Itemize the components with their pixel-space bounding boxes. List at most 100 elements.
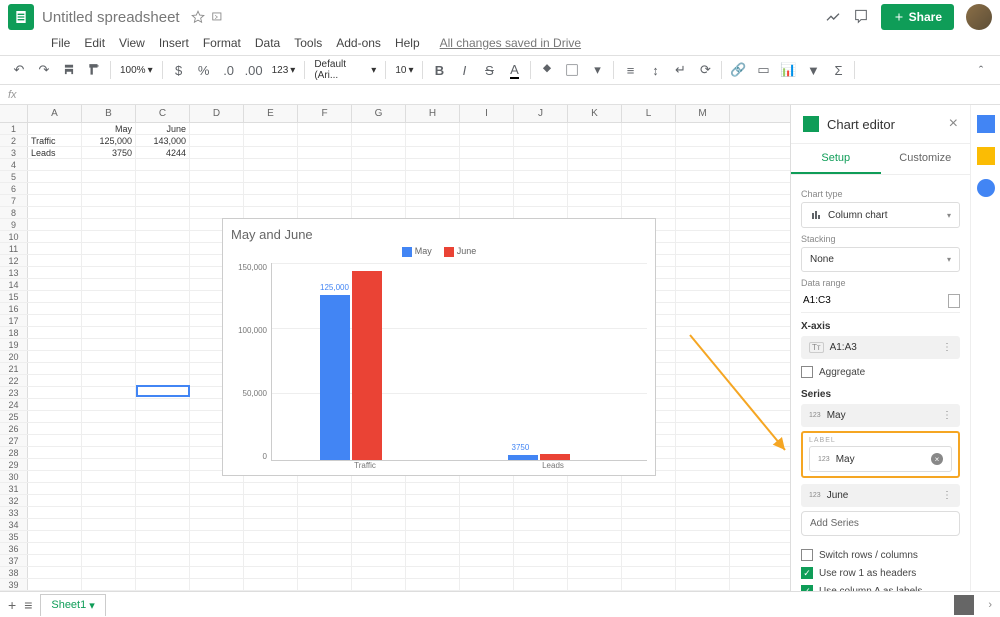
cell[interactable]: [514, 159, 568, 170]
cell[interactable]: [460, 567, 514, 578]
cell[interactable]: [244, 555, 298, 566]
cell[interactable]: [298, 543, 352, 554]
row-header[interactable]: 34: [0, 519, 28, 530]
currency-icon[interactable]: $: [168, 59, 190, 81]
cell[interactable]: [28, 375, 82, 386]
cell[interactable]: [136, 315, 190, 326]
cell[interactable]: [82, 255, 136, 266]
cell[interactable]: [244, 159, 298, 170]
cell[interactable]: [28, 387, 82, 398]
cell[interactable]: [568, 483, 622, 494]
cell[interactable]: [568, 519, 622, 530]
row-header[interactable]: 11: [0, 243, 28, 254]
cell[interactable]: [676, 423, 730, 434]
menu-data[interactable]: Data: [249, 34, 286, 52]
cell[interactable]: [514, 531, 568, 542]
cell[interactable]: [514, 483, 568, 494]
cell[interactable]: [136, 303, 190, 314]
cell[interactable]: [82, 159, 136, 170]
row-header[interactable]: 35: [0, 531, 28, 542]
cell[interactable]: [352, 147, 406, 158]
cell[interactable]: [676, 459, 730, 470]
cell[interactable]: [676, 555, 730, 566]
cell[interactable]: [622, 195, 676, 206]
col-header[interactable]: M: [676, 105, 730, 122]
cell[interactable]: [514, 183, 568, 194]
cell[interactable]: [514, 519, 568, 530]
cell[interactable]: [82, 207, 136, 218]
cell[interactable]: [28, 519, 82, 530]
row-header[interactable]: 14: [0, 279, 28, 290]
menu-addons[interactable]: Add-ons: [330, 34, 387, 52]
keep-icon[interactable]: [977, 147, 995, 165]
cell[interactable]: [136, 435, 190, 446]
cell[interactable]: [568, 507, 622, 518]
cell[interactable]: [676, 183, 730, 194]
cell[interactable]: [82, 435, 136, 446]
cell[interactable]: [676, 255, 730, 266]
font-select[interactable]: Default (Ari... ▾: [310, 57, 380, 83]
cell[interactable]: [136, 471, 190, 482]
cell[interactable]: [298, 483, 352, 494]
cell[interactable]: [676, 399, 730, 410]
cell[interactable]: [676, 279, 730, 290]
cell[interactable]: [514, 135, 568, 146]
cell[interactable]: [352, 495, 406, 506]
cell[interactable]: [244, 531, 298, 542]
cell[interactable]: [82, 339, 136, 350]
cell[interactable]: [190, 555, 244, 566]
cell[interactable]: [298, 579, 352, 590]
cell[interactable]: June: [136, 123, 190, 134]
cell[interactable]: [676, 507, 730, 518]
cell[interactable]: [190, 207, 244, 218]
cell[interactable]: [676, 123, 730, 134]
row-header[interactable]: 31: [0, 483, 28, 494]
row-header[interactable]: 21: [0, 363, 28, 374]
cell[interactable]: [676, 219, 730, 230]
cell[interactable]: [190, 567, 244, 578]
cell[interactable]: [298, 123, 352, 134]
cell[interactable]: [406, 543, 460, 554]
cell[interactable]: [352, 543, 406, 554]
cell[interactable]: [352, 183, 406, 194]
cell[interactable]: May: [82, 123, 136, 134]
cell[interactable]: [514, 579, 568, 590]
cell[interactable]: [298, 195, 352, 206]
cell[interactable]: [190, 495, 244, 506]
cell[interactable]: [136, 447, 190, 458]
cell[interactable]: [352, 531, 406, 542]
cell[interactable]: [82, 351, 136, 362]
cell[interactable]: [406, 519, 460, 530]
cell[interactable]: [568, 183, 622, 194]
cell[interactable]: [28, 579, 82, 590]
cell[interactable]: Traffic: [28, 135, 82, 146]
cell[interactable]: [352, 507, 406, 518]
cell[interactable]: [244, 207, 298, 218]
cell[interactable]: [244, 495, 298, 506]
cell[interactable]: [514, 171, 568, 182]
cell[interactable]: [28, 123, 82, 134]
cell[interactable]: [676, 375, 730, 386]
share-button[interactable]: Share: [881, 4, 954, 30]
cell[interactable]: [676, 447, 730, 458]
cell[interactable]: [568, 543, 622, 554]
cell[interactable]: [676, 543, 730, 554]
undo-icon[interactable]: ↶: [8, 59, 30, 81]
cell[interactable]: [136, 351, 190, 362]
filter-icon[interactable]: ▼: [802, 59, 824, 81]
cell[interactable]: [28, 555, 82, 566]
cell[interactable]: [28, 183, 82, 194]
cell[interactable]: [28, 327, 82, 338]
cell[interactable]: [82, 447, 136, 458]
cell[interactable]: [244, 543, 298, 554]
cell[interactable]: [244, 519, 298, 530]
cell[interactable]: [136, 423, 190, 434]
wrap-icon[interactable]: ↵: [669, 59, 691, 81]
col-header[interactable]: F: [298, 105, 352, 122]
cell[interactable]: [136, 279, 190, 290]
cell[interactable]: [82, 507, 136, 518]
cell[interactable]: [676, 171, 730, 182]
cell[interactable]: [568, 579, 622, 590]
cell[interactable]: [28, 231, 82, 242]
cell[interactable]: [298, 567, 352, 578]
